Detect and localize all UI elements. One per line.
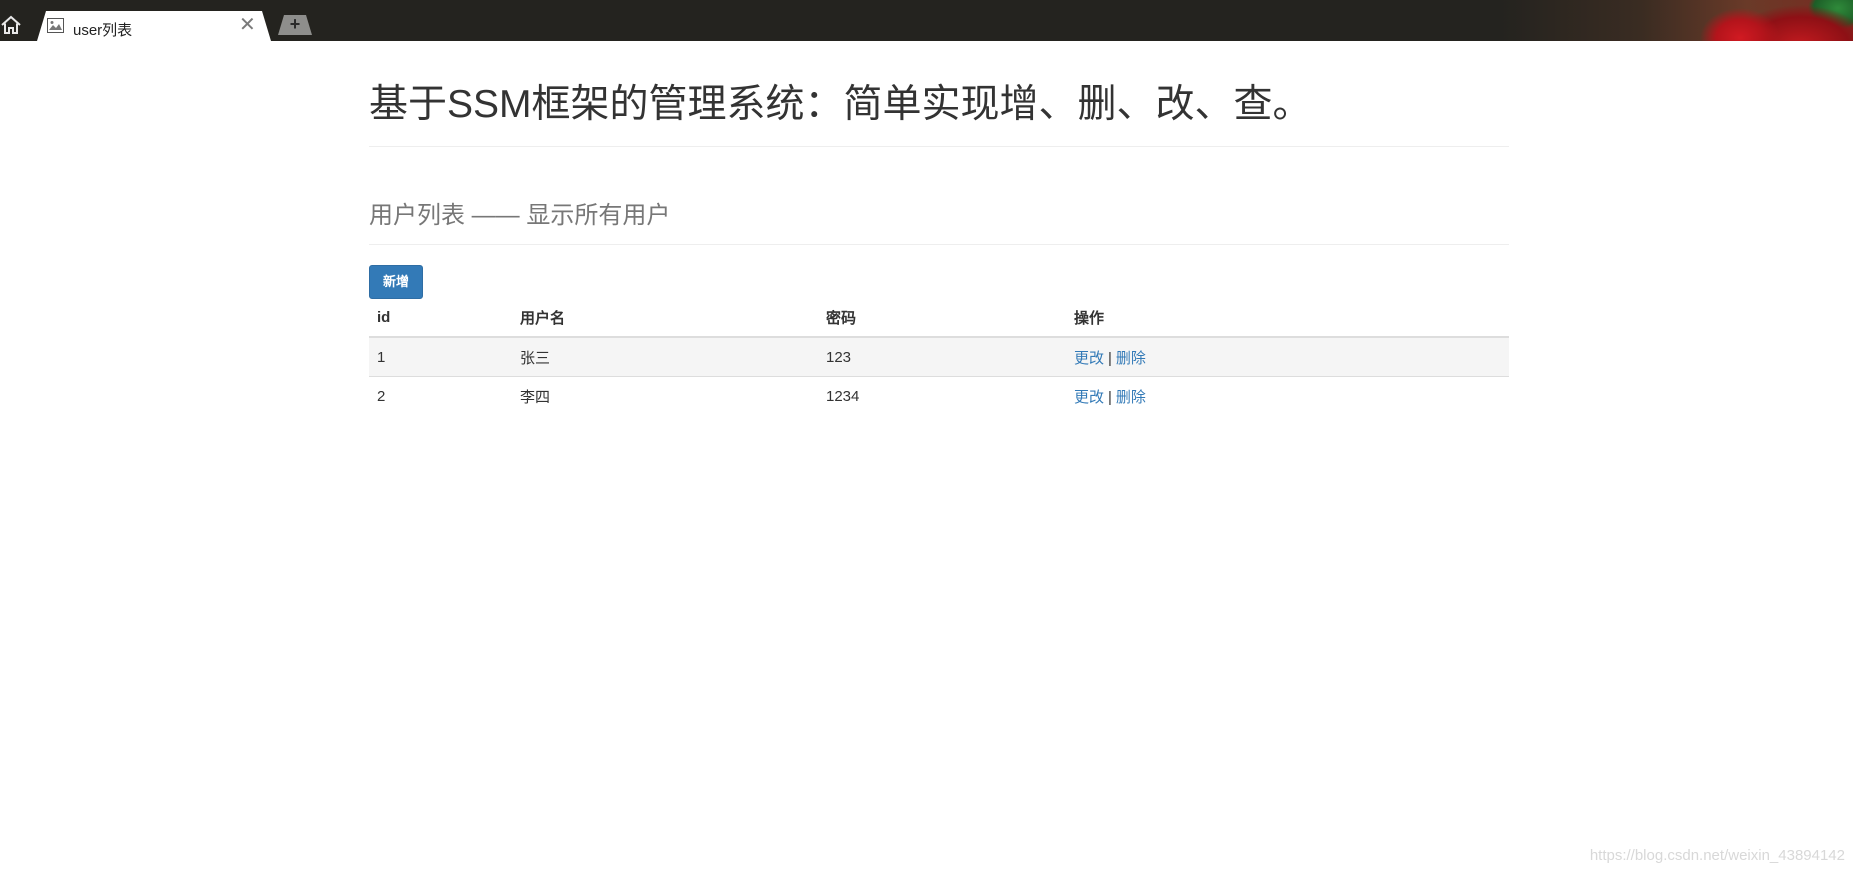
cell-username: 张三 [512, 336, 818, 377]
tabstrip-background-photo [1500, 0, 1853, 41]
cell-password: 1234 [818, 376, 1066, 415]
page-title: 基于SSM框架的管理系统：简单实现增、删、改、查。 [369, 83, 1312, 126]
section-title: 用户列表 —— 显示所有用户 [369, 202, 671, 229]
tab-user-list[interactable]: user列表 ✕ [37, 11, 271, 41]
plus-icon: + [289, 14, 301, 34]
tab-title: user列表 [73, 22, 133, 39]
delete-link[interactable]: 删除 [1116, 389, 1146, 406]
column-header-password: 密码 [818, 299, 1066, 338]
table-header-row: id 用户名 密码 操作 [369, 299, 1509, 338]
home-icon[interactable] [0, 14, 22, 36]
table-row: 2 李四 1234 更改 | 删除 [369, 376, 1509, 415]
cell-actions: 更改 | 删除 [1066, 376, 1509, 415]
page-header: 基于SSM框架的管理系统：简单实现增、删、改、查。 [369, 81, 1509, 147]
column-header-id: id [369, 299, 512, 338]
image-icon [47, 18, 64, 33]
edit-link[interactable]: 更改 [1074, 389, 1104, 406]
action-separator: | [1108, 349, 1112, 367]
cell-username: 李四 [512, 376, 818, 415]
cell-id: 1 [369, 336, 512, 377]
add-user-button[interactable]: 新增 [369, 265, 423, 299]
cell-id: 2 [369, 376, 512, 415]
browser-tab-strip: user列表 ✕ + [0, 0, 1853, 41]
edit-link[interactable]: 更改 [1074, 350, 1104, 367]
column-header-actions: 操作 [1066, 299, 1509, 338]
table-row: 1 张三 123 更改 | 删除 [369, 336, 1509, 377]
action-separator: | [1108, 388, 1112, 406]
column-header-username: 用户名 [512, 299, 818, 338]
cell-actions: 更改 | 删除 [1066, 336, 1509, 377]
delete-link[interactable]: 删除 [1116, 350, 1146, 367]
close-icon[interactable]: ✕ [239, 15, 256, 35]
watermark: https://blog.csdn.net/weixin_43894142 [1589, 847, 1845, 864]
users-table: id 用户名 密码 操作 1 张三 123 更改 | 删除 2 李四 1234 更改… [369, 299, 1509, 415]
main-container: 基于SSM框架的管理系统：简单实现增、删、改、查。 用户列表 —— 显示所有用户… [369, 41, 1509, 415]
cell-password: 123 [818, 336, 1066, 377]
new-tab-button[interactable]: + [278, 15, 312, 35]
section-header: 用户列表 —— 显示所有用户 [369, 202, 1509, 245]
